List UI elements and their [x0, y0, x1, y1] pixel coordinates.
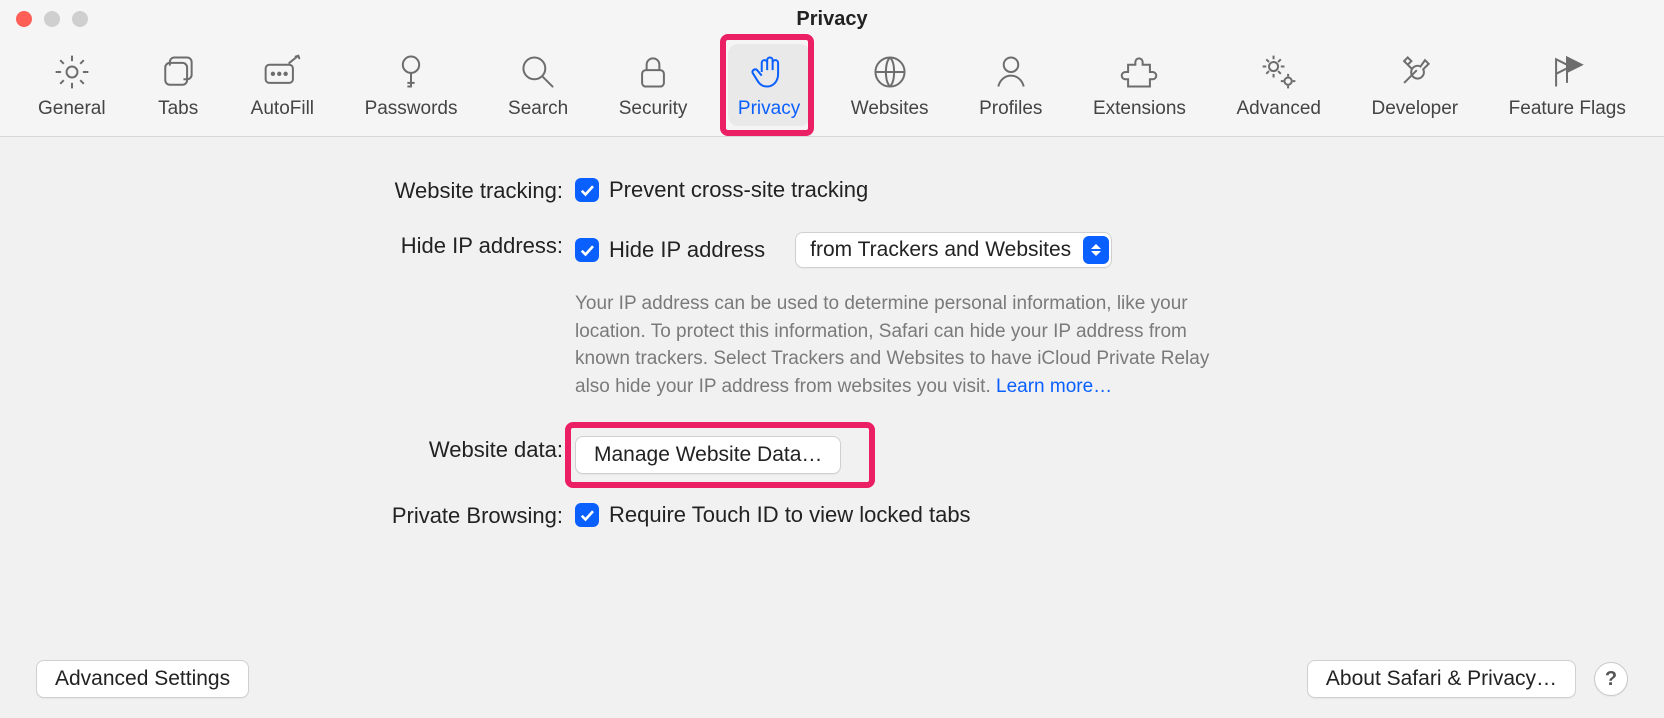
tab-label: Privacy: [738, 98, 800, 120]
label-website-data: Website data:: [40, 436, 575, 463]
bottom-bar: Advanced Settings About Safari & Privacy…: [0, 660, 1664, 698]
tab-label: Tabs: [158, 98, 198, 120]
hide-ip-help-text: Your IP address can be used to determine…: [575, 290, 1235, 400]
titlebar: Privacy: [0, 0, 1664, 38]
tab-label: Search: [508, 98, 568, 120]
tools-icon: [1393, 50, 1437, 94]
tab-search[interactable]: Search: [498, 44, 578, 126]
label-hide-ip: Hide IP address:: [40, 232, 575, 259]
select-hide-ip-from[interactable]: from Trackers and Websites: [795, 232, 1112, 268]
tab-label: Feature Flags: [1509, 98, 1626, 120]
tab-profiles[interactable]: Profiles: [969, 44, 1052, 126]
row-hide-ip: Hide IP address: Hide IP address from Tr…: [40, 232, 1624, 400]
checkbox-require-touch-id[interactable]: [575, 503, 599, 527]
checkbox-label: Require Touch ID to view locked tabs: [609, 502, 971, 528]
tab-label: AutoFill: [251, 98, 314, 120]
checkbox-label: Hide IP address: [609, 237, 765, 263]
tab-tabs[interactable]: Tabs: [146, 44, 210, 126]
tab-label: Security: [619, 98, 688, 120]
tabs-icon: [156, 50, 200, 94]
tab-autofill[interactable]: AutoFill: [241, 44, 324, 126]
lock-icon: [631, 50, 675, 94]
privacy-pane: Website tracking: Prevent cross-site tra…: [0, 137, 1664, 529]
traffic-lights: [16, 11, 88, 27]
tab-label: Developer: [1372, 98, 1459, 120]
gears-icon: [1257, 50, 1301, 94]
tab-websites[interactable]: Websites: [841, 44, 939, 126]
checkbox-label: Prevent cross-site tracking: [609, 177, 868, 203]
gear-icon: [50, 50, 94, 94]
select-value: from Trackers and Websites: [810, 238, 1083, 262]
search-icon: [516, 50, 560, 94]
learn-more-link[interactable]: Learn more…: [996, 376, 1112, 397]
help-button[interactable]: ?: [1594, 662, 1628, 696]
manage-website-data-button[interactable]: Manage Website Data…: [575, 436, 841, 474]
tab-general[interactable]: General: [28, 44, 116, 126]
tab-security[interactable]: Security: [609, 44, 698, 126]
key-icon: [389, 50, 433, 94]
preferences-toolbar: General Tabs AutoFill Passwords Search: [0, 38, 1664, 137]
tab-label: Passwords: [365, 98, 458, 120]
window-close-button[interactable]: [16, 11, 32, 27]
tab-extensions[interactable]: Extensions: [1083, 44, 1196, 126]
preferences-window: Privacy General Tabs AutoFill Passw: [0, 0, 1664, 718]
tab-label: Profiles: [979, 98, 1042, 120]
label-website-tracking: Website tracking:: [40, 177, 575, 204]
tab-label: General: [38, 98, 106, 120]
window-zoom-button[interactable]: [72, 11, 88, 27]
label-private-browsing: Private Browsing:: [40, 502, 575, 529]
tab-label: Websites: [851, 98, 929, 120]
autofill-icon: [260, 50, 304, 94]
globe-icon: [868, 50, 912, 94]
about-safari-privacy-button[interactable]: About Safari & Privacy…: [1307, 660, 1576, 698]
select-stepper-icon: [1083, 236, 1109, 264]
tab-privacy[interactable]: Privacy: [728, 44, 810, 126]
window-title: Privacy: [0, 8, 1664, 31]
row-private-browsing: Private Browsing: Require Touch ID to vi…: [40, 502, 1624, 529]
window-minimize-button[interactable]: [44, 11, 60, 27]
checkbox-prevent-cross-site[interactable]: [575, 178, 599, 202]
tab-label: Extensions: [1093, 98, 1186, 120]
advanced-settings-button[interactable]: Advanced Settings: [36, 660, 249, 698]
checkbox-hide-ip[interactable]: [575, 238, 599, 262]
tab-passwords[interactable]: Passwords: [355, 44, 468, 126]
help-text-body: Your IP address can be used to determine…: [575, 293, 1209, 397]
puzzle-icon: [1117, 50, 1161, 94]
tab-advanced[interactable]: Advanced: [1226, 44, 1331, 126]
flags-icon: [1545, 50, 1589, 94]
row-website-tracking: Website tracking: Prevent cross-site tra…: [40, 177, 1624, 204]
hand-icon: [747, 50, 791, 94]
tab-developer[interactable]: Developer: [1362, 44, 1469, 126]
row-website-data: Website data: Manage Website Data…: [40, 436, 1624, 474]
tab-label: Advanced: [1236, 98, 1321, 120]
person-icon: [989, 50, 1033, 94]
tab-feature-flags[interactable]: Feature Flags: [1499, 44, 1636, 126]
